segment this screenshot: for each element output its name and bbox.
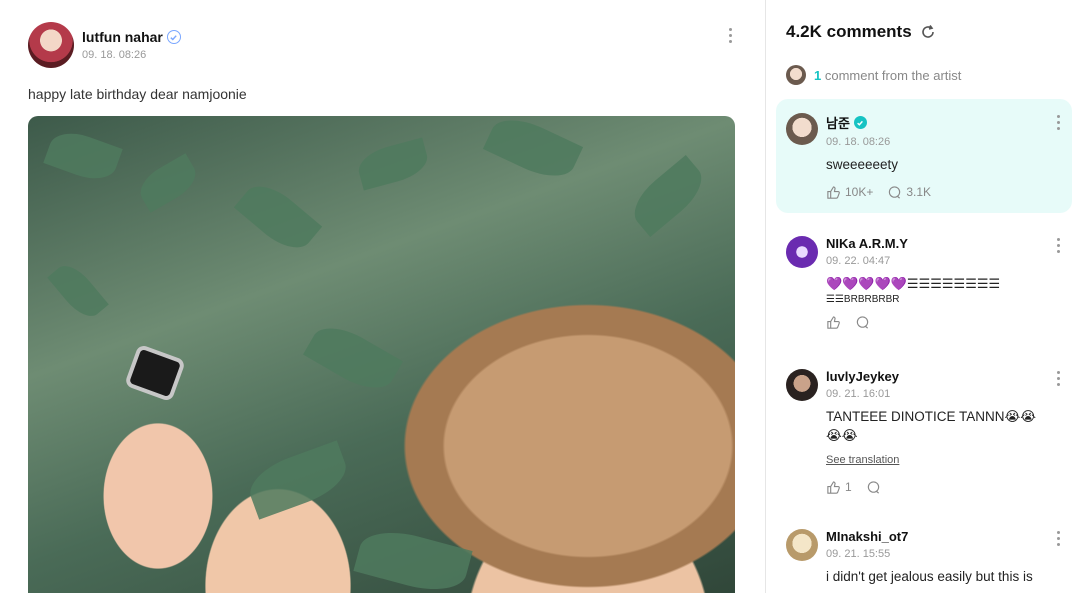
leaf-shape	[47, 258, 109, 324]
leaf-shape	[624, 154, 712, 238]
comment-time: 09. 21. 15:55	[826, 548, 891, 560]
verified-icon	[853, 116, 867, 129]
comment-actions: 10K+ 3.1K	[826, 185, 1042, 200]
commenter-name[interactable]: MInakshi_ot7	[826, 529, 1042, 544]
leaf-shape	[354, 137, 432, 191]
comment-body: 남준 09. 18. 08:26 sweeeeeety 10K+ 3.1K	[826, 113, 1042, 200]
commenter-name[interactable]: NIKa A.R.M.Y	[826, 236, 1042, 251]
leaf-shape	[303, 316, 403, 400]
artist-comment-label: comment from the artist	[824, 67, 962, 83]
leaf-shape	[353, 522, 473, 593]
comment-time: 09. 18. 08:26	[826, 136, 891, 148]
comments-header: 4.2K comments	[786, 22, 936, 42]
comment-text: TANTEEE DINOTICE TANNN😭😭 😭😭	[826, 409, 1037, 443]
comments-count: 4.2K comments	[786, 22, 912, 41]
commenter-name[interactable]: luvlyJeykey	[826, 369, 1042, 384]
commenter-name[interactable]: 남준	[826, 113, 850, 132]
like-button[interactable]	[826, 315, 841, 330]
comment-text: 💜💜💜💜💜☰☰☰☰☰☰☰☰ ☰☰BRBRBRBR	[826, 275, 1042, 307]
comments-panel: 4.2K comments 1 comment from the artist …	[766, 0, 1074, 593]
comment-body: luvlyJeykey 09. 21. 16:01 TANTEEE DINOTI…	[826, 369, 1042, 495]
post-header: lutfun nahar 09. 18. 08:26	[28, 22, 181, 68]
comment-time: 09. 22. 04:47	[826, 255, 891, 267]
comment-text-line: 💜💜💜💜💜☰☰☰☰☰☰☰☰	[826, 276, 1001, 291]
comment-item: MInakshi_ot7 09. 21. 15:55 i didn't get …	[776, 515, 1072, 593]
like-button[interactable]: 1	[826, 480, 852, 495]
verified-icon	[166, 30, 181, 44]
leaf-shape	[482, 116, 584, 187]
post-more-icon[interactable]	[722, 24, 738, 46]
leaf-shape	[43, 125, 123, 187]
reply-icon	[867, 481, 879, 494]
comment-body: MInakshi_ot7 09. 21. 15:55 i didn't get …	[826, 529, 1042, 587]
comment-actions: 1	[826, 480, 1042, 495]
comment-more-icon[interactable]	[1050, 367, 1066, 389]
reply-button[interactable]	[866, 480, 881, 495]
commenter-avatar[interactable]	[786, 369, 818, 401]
comment-text: i didn't get jealous easily but this is	[826, 569, 1033, 584]
like-count: 10K+	[845, 185, 874, 200]
post-user-info: lutfun nahar 09. 18. 08:26	[82, 29, 181, 61]
comment-item: NIKa A.R.M.Y 09. 22. 04:47 💜💜💜💜💜☰☰☰☰☰☰☰☰…	[776, 222, 1072, 352]
reply-button[interactable]: 3.1K	[887, 185, 931, 200]
post-panel: lutfun nahar 09. 18. 08:26 happy late bi…	[0, 0, 765, 593]
post-timestamp: 09. 18. 08:26	[82, 49, 147, 61]
leaf-shape	[242, 440, 354, 520]
commenter-avatar[interactable]	[786, 529, 818, 561]
like-count: 1	[845, 480, 852, 495]
comment-actions	[826, 315, 1042, 330]
reply-icon	[889, 186, 901, 199]
reply-icon	[856, 316, 869, 329]
like-icon	[827, 481, 840, 494]
comment-item: luvlyJeykey 09. 21. 16:01 TANTEEE DINOTI…	[776, 355, 1072, 505]
artist-comment-count: 1	[814, 67, 822, 83]
comment-more-icon[interactable]	[1050, 527, 1066, 549]
commenter-avatar[interactable]	[786, 236, 818, 268]
reply-button[interactable]	[855, 315, 870, 330]
leaf-shape	[233, 175, 323, 259]
comment-body: NIKa A.R.M.Y 09. 22. 04:47 💜💜💜💜💜☰☰☰☰☰☰☰☰…	[826, 236, 1042, 330]
author-name[interactable]: lutfun nahar	[82, 29, 163, 45]
refresh-icon[interactable]	[920, 24, 936, 40]
comment-item-artist: 남준 09. 18. 08:26 sweeeeeety 10K+ 3.1K	[776, 99, 1072, 213]
see-translation-link[interactable]: See translation	[826, 454, 899, 466]
comment-text: sweeeeeety	[826, 157, 899, 172]
comment-more-icon[interactable]	[1050, 234, 1066, 256]
author-name-row: lutfun nahar	[82, 29, 181, 45]
comment-time: 09. 21. 16:01	[826, 388, 891, 400]
reply-count: 3.1K	[906, 185, 932, 200]
like-icon	[827, 186, 840, 199]
like-button[interactable]: 10K+	[826, 185, 873, 200]
commenter-name-row: 남준	[826, 113, 1042, 132]
leaf-shape	[133, 153, 203, 213]
post-photo[interactable]	[28, 116, 735, 593]
like-icon	[827, 316, 840, 329]
artist-comment-filter[interactable]: 1 comment from the artist	[786, 65, 961, 85]
ring-shape	[123, 343, 187, 403]
artist-avatar	[786, 65, 806, 85]
post-text: happy late birthday dear namjoonie	[28, 86, 247, 102]
commenter-avatar[interactable]	[786, 113, 818, 145]
comment-text-line: ☰☰BRBRBRBR	[826, 294, 900, 306]
author-avatar[interactable]	[28, 22, 74, 68]
comment-more-icon[interactable]	[1050, 111, 1066, 133]
